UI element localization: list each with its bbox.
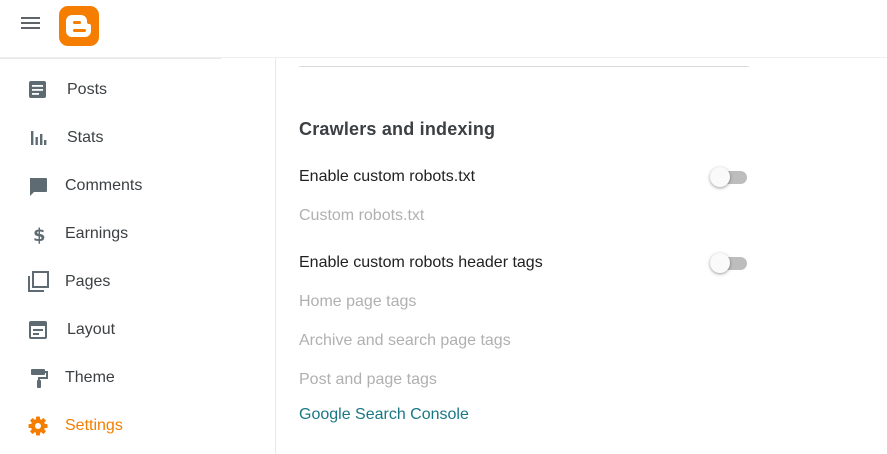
sidebar-item-comments[interactable]: Comments [0,164,260,208]
layout-icon [27,319,49,341]
sidebar-item-settings[interactable]: Settings [0,404,260,448]
blogger-logo-icon[interactable] [59,6,99,46]
google-search-console-link[interactable]: Google Search Console [299,406,469,424]
sidebar-item-layout[interactable]: Layout [0,308,260,352]
sidebar-item-label: Earnings [65,225,129,242]
paint-roller-icon [27,367,49,389]
pages-icon [27,271,49,293]
robots-header-tags-toggle[interactable] [710,252,748,274]
robots-header-tags-label: Enable custom robots header tags [299,254,543,271]
gear-icon [27,415,49,437]
hamburger-menu-icon[interactable] [21,17,41,33]
sidebar-item-label: Pages [65,273,111,290]
sidebar-item-label: Comments [65,177,143,194]
custom-robots-toggle[interactable] [710,166,748,188]
sidebar-item-label: Theme [65,369,115,386]
comments-icon [27,175,49,197]
custom-robots-txt-setting[interactable]: Custom robots.txt [299,207,424,225]
sidebar-item-earnings[interactable]: $ Earnings [0,212,260,256]
sidebar-item-pages[interactable]: Pages [0,260,260,304]
sidebar-item-label: Posts [67,81,108,98]
top-app-bar [0,0,887,58]
home-page-tags-setting[interactable]: Home page tags [299,293,416,311]
sidebar-item-theme[interactable]: Theme [0,356,260,400]
custom-robots-label: Enable custom robots.txt [299,168,476,185]
section-title: Crawlers and indexing [299,119,496,139]
section-divider [299,66,749,67]
sidebar-item-label: Stats [67,129,104,146]
sidebar-item-label: Settings [65,417,123,434]
sidebar-item-label: Layout [67,321,116,338]
posts-icon [27,79,49,101]
sidebar: Posts Stats Comments $ Earnings Pages La… [0,58,276,454]
sidebar-divider [0,58,221,59]
archive-search-page-tags-setting[interactable]: Archive and search page tags [299,332,511,350]
dollar-icon: $ [27,223,49,246]
sidebar-item-stats[interactable]: Stats [0,116,260,160]
stats-icon [27,127,49,149]
sidebar-item-posts[interactable]: Posts [0,68,260,112]
post-page-tags-setting[interactable]: Post and page tags [299,371,437,389]
svg-text:$: $ [33,225,46,245]
